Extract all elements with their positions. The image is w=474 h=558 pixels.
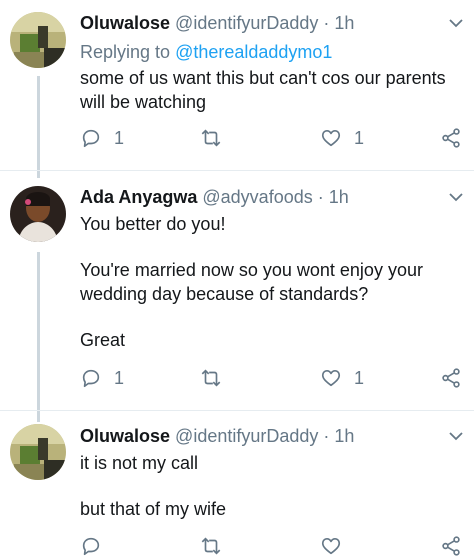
reply-icon [82, 537, 100, 556]
retweet-icon [201, 369, 221, 387]
share-button[interactable] [440, 366, 462, 390]
like-icon [321, 130, 341, 147]
share-button[interactable] [440, 126, 462, 150]
mention-link[interactable]: @therealdaddymo1 [175, 42, 332, 62]
thread-line [37, 76, 40, 178]
reply-count: 1 [114, 127, 125, 148]
like-icon [321, 538, 341, 555]
tweet-text-line: some of us want this but can't cos our p… [80, 68, 446, 88]
replying-prefix: Replying to [80, 42, 176, 62]
share-icon [442, 128, 460, 148]
avatar[interactable] [10, 12, 66, 68]
chevron-down-icon[interactable] [448, 428, 464, 444]
share-icon [442, 368, 460, 388]
like-button[interactable]: 1 [320, 366, 364, 390]
like-count: 1 [354, 367, 365, 388]
tweet-header: Ada Anyagwa @adyvafoods · 1h [80, 186, 349, 208]
tweet-header: Oluwalose @identifyurDaddy · 1h [80, 425, 354, 447]
retweet-button[interactable] [200, 366, 222, 390]
tweet-text-line: Great [80, 330, 126, 350]
separator-dot: · [317, 187, 324, 207]
separator-dot: · [323, 426, 330, 446]
tweet-text-line: it is not my call [80, 453, 199, 473]
reply-button[interactable] [80, 534, 102, 558]
display-name[interactable]: Ada Anyagwa [80, 187, 197, 207]
retweet-icon [201, 129, 221, 147]
reply-button[interactable]: 1 [80, 126, 124, 150]
tweet-text-line: You're married now so you wont enjoy you… [80, 260, 423, 280]
share-icon [442, 536, 460, 556]
timestamp[interactable]: 1h [334, 426, 354, 446]
share-button[interactable] [440, 534, 462, 558]
retweet-button[interactable] [200, 534, 222, 558]
tweet-text-line: You better do you! [80, 214, 226, 234]
reply-icon [82, 369, 100, 388]
tweet-text-line: wedding day because of standards? [80, 284, 369, 304]
reply-count: 1 [114, 367, 125, 388]
handle[interactable]: @identifyurDaddy [175, 13, 318, 33]
chevron-down-icon[interactable] [448, 15, 464, 31]
handle[interactable]: @adyvafoods [202, 187, 312, 207]
tweet-text-line: but that of my wife [80, 499, 227, 519]
like-button[interactable]: 1 [320, 126, 364, 150]
retweet-icon [201, 537, 221, 555]
reply-button[interactable]: 1 [80, 366, 124, 390]
separator-dot: · [323, 13, 330, 33]
tweet-text-line: will be watching [80, 92, 207, 112]
like-count: 1 [354, 127, 365, 148]
thread-line [37, 252, 40, 422]
chevron-down-icon[interactable] [448, 189, 464, 205]
tweet-header: Oluwalose @identifyurDaddy · 1h [80, 12, 354, 34]
display-name[interactable]: Oluwalose [80, 13, 170, 33]
handle[interactable]: @identifyurDaddy [175, 426, 318, 446]
like-icon [321, 370, 341, 387]
divider [0, 170, 474, 171]
divider [0, 410, 474, 411]
replying-to: Replying to @therealdaddymo1 [80, 40, 332, 64]
retweet-button[interactable] [200, 126, 222, 150]
reply-icon [82, 129, 100, 148]
like-button[interactable] [320, 534, 342, 558]
timestamp[interactable]: 1h [334, 13, 354, 33]
avatar[interactable] [10, 424, 66, 480]
avatar[interactable] [10, 186, 66, 242]
timestamp[interactable]: 1h [329, 187, 349, 207]
display-name[interactable]: Oluwalose [80, 426, 170, 446]
